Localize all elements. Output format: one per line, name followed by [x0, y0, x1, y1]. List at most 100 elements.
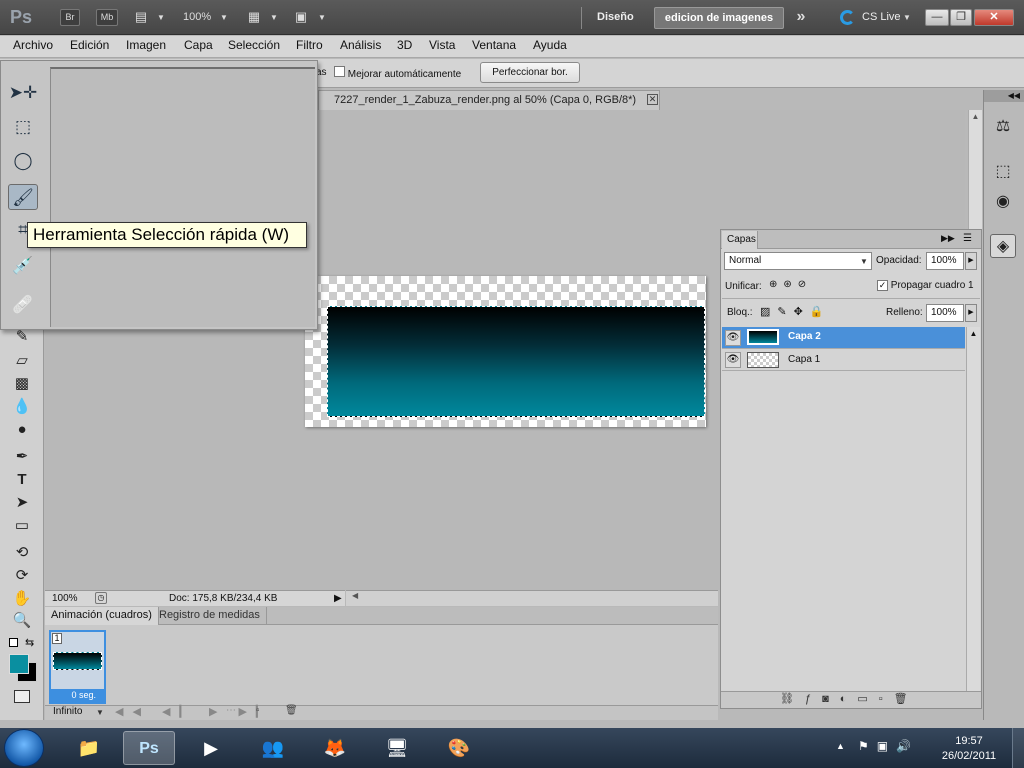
start-button[interactable]	[4, 729, 44, 767]
layer-name[interactable]: Capa 1	[788, 354, 820, 365]
cs-live-icon[interactable]	[840, 10, 855, 25]
tab-measurement-log[interactable]: Registro de medidas	[153, 607, 267, 625]
tray-icons[interactable]: ⚑▣🔊	[858, 739, 919, 753]
photoshop-taskbar-icon[interactable]: Ps	[123, 731, 175, 765]
orbit-3d-icon[interactable]: ⟳	[8, 565, 36, 587]
marquee-icon[interactable]: ⬚	[8, 114, 38, 140]
quick-selection-icon[interactable]: 🖌	[8, 184, 38, 210]
eyedropper-icon[interactable]: 💉	[8, 253, 38, 279]
show-desktop-button[interactable]	[1012, 728, 1024, 768]
tab-animation[interactable]: Animación (cuadros)	[45, 607, 159, 625]
layer-row[interactable]: 👁 Capa 2	[722, 327, 965, 349]
workspace-active-button[interactable]: edicion de imagenes	[654, 7, 784, 29]
close-tab-icon[interactable]: ✕	[647, 94, 658, 105]
zoom-level[interactable]: 100%	[183, 11, 211, 23]
blur-icon[interactable]: 💧	[8, 396, 36, 418]
gradient-selection[interactable]	[327, 306, 705, 417]
delete-frame-icon[interactable]: 🗑	[285, 705, 298, 716]
status-zoom[interactable]: 100%	[52, 591, 78, 606]
layer-actions-icons[interactable]: ⛓ƒ◙◐▭▫🗑	[780, 692, 919, 705]
propagate-option[interactable]: ✓ Propagar cuadro 1	[877, 280, 974, 292]
menu-filtro[interactable]: Filtro	[296, 38, 323, 52]
screen-mode-icon[interactable]: ▣	[290, 8, 312, 26]
chevron-down-icon[interactable]: ▼	[318, 13, 326, 22]
rotate-3d-icon[interactable]: ⟲	[8, 542, 36, 564]
refine-edge-button[interactable]: Perfeccionar bor.	[480, 62, 580, 83]
move-tool-icon[interactable]: ➤✛	[8, 80, 38, 106]
explorer-icon[interactable]: 📁	[63, 731, 115, 765]
menu-edicion[interactable]: Edición	[70, 38, 109, 52]
system-clock[interactable]: 19:57 26/02/2011	[932, 734, 1006, 764]
opacity-field[interactable]: 100%	[926, 252, 964, 270]
status-menu-icon[interactable]: ◷	[95, 592, 107, 604]
collapse-panel-icon[interactable]: ▶▶	[941, 233, 955, 244]
foreground-color-swatch[interactable]	[9, 654, 29, 674]
menu-ventana[interactable]: Ventana	[472, 38, 516, 52]
firefox-icon[interactable]: 🦊	[309, 731, 361, 765]
status-arrow-icon[interactable]: ▶	[334, 591, 342, 606]
menu-archivo[interactable]: Archivo	[13, 38, 53, 52]
chevron-down-icon[interactable]: ▼	[270, 13, 278, 22]
hand-icon[interactable]: ✋	[8, 588, 36, 610]
menu-3d[interactable]: 3D	[397, 38, 412, 52]
gradient-icon[interactable]: ▩	[8, 373, 36, 395]
healing-brush-icon[interactable]: 🩹	[8, 292, 38, 318]
transform-icon[interactable]: ⬚	[990, 160, 1016, 184]
close-button[interactable]: ✕	[974, 9, 1014, 26]
type-icon[interactable]: T	[8, 469, 36, 491]
chevron-down-icon[interactable]: ▼	[860, 257, 868, 266]
layer-name[interactable]: Capa 2	[788, 331, 821, 342]
paint-icon[interactable]: 🎨	[433, 731, 485, 765]
eraser-icon[interactable]: ▱	[8, 350, 36, 372]
menu-analisis[interactable]: Análisis	[340, 38, 381, 52]
layer-row[interactable]: 👁 Capa 1	[722, 349, 965, 371]
visibility-eye-icon[interactable]: 👁	[725, 352, 741, 368]
tab-layers[interactable]: Capas	[722, 231, 758, 249]
menu-imagen[interactable]: Imagen	[126, 38, 166, 52]
collapse-dock-icon[interactable]: ◀◀	[984, 90, 1024, 102]
auto-enhance-option[interactable]: Mejorar automáticamente	[334, 66, 461, 81]
loop-select[interactable]: Infinito	[53, 706, 82, 717]
cs-live-menu[interactable]: CS Live	[862, 11, 901, 23]
frame-delay[interactable]: 0 seg.	[51, 689, 104, 702]
unify-icons[interactable]: ⊕⊛⊘	[769, 279, 812, 290]
minimize-button[interactable]: —	[925, 9, 949, 26]
fill-field[interactable]: 100%	[926, 304, 964, 322]
chevron-down-icon[interactable]: ▼	[903, 13, 911, 22]
dodge-icon[interactable]: ●	[8, 419, 36, 441]
animation-frame[interactable]: 1 0 seg.	[49, 630, 106, 704]
visibility-eye-icon[interactable]: 👁	[725, 330, 741, 346]
opacity-slider-toggle[interactable]: ▶	[965, 252, 977, 270]
show-hidden-icons[interactable]: ▲	[836, 741, 845, 751]
workspace-design[interactable]: Diseño	[597, 11, 634, 23]
menu-seleccion[interactable]: Selección	[228, 38, 280, 52]
document-tab[interactable]: 7227_render_1_Zabuza_render.png al 50% (…	[318, 90, 660, 110]
panel-menu-icon[interactable]: ☰	[963, 233, 972, 244]
lasso-icon[interactable]: ◯	[8, 148, 38, 174]
adjustments-icon[interactable]: ⚖	[990, 115, 1016, 139]
layers-dock-icon[interactable]: ◈	[990, 234, 1016, 258]
chevron-down-icon[interactable]: ▼	[220, 13, 228, 22]
media-player-icon[interactable]: ▶	[185, 731, 237, 765]
playback-controls[interactable]: ◀◀ ◀▎ ▶ ▶▎	[115, 705, 273, 718]
chevron-down-icon[interactable]: ▼	[96, 708, 104, 717]
swap-colors-icon[interactable]: ⇆	[25, 636, 34, 649]
mini-bridge-button[interactable]: Mb	[96, 9, 118, 26]
fill-slider-toggle[interactable]: ▶	[965, 304, 977, 322]
remote-desktop-icon[interactable]: 🖥	[371, 731, 423, 765]
pen-icon[interactable]: ✒	[8, 446, 36, 468]
lock-icons[interactable]: ▨✎✥🔒	[760, 305, 831, 318]
bridge-button[interactable]: Br	[60, 9, 80, 26]
layers-scrollbar[interactable]: ▲	[966, 327, 980, 692]
chevron-down-icon[interactable]: ▼	[157, 13, 165, 22]
restore-button[interactable]: ❐	[950, 9, 972, 26]
tween-icon[interactable]: ⋯	[226, 705, 236, 716]
menu-ayuda[interactable]: Ayuda	[533, 38, 567, 52]
menu-capa[interactable]: Capa	[184, 38, 213, 52]
auto-enhance-checkbox[interactable]	[334, 66, 345, 77]
arrange-documents-icon[interactable]: ▦	[243, 8, 265, 26]
zoom-tool-icon[interactable]: 🔍	[8, 610, 36, 632]
more-workspaces-icon[interactable]: »	[790, 8, 812, 26]
blend-mode-select[interactable]: Normal	[724, 252, 872, 270]
rectangle-icon[interactable]: ▭	[8, 515, 36, 537]
